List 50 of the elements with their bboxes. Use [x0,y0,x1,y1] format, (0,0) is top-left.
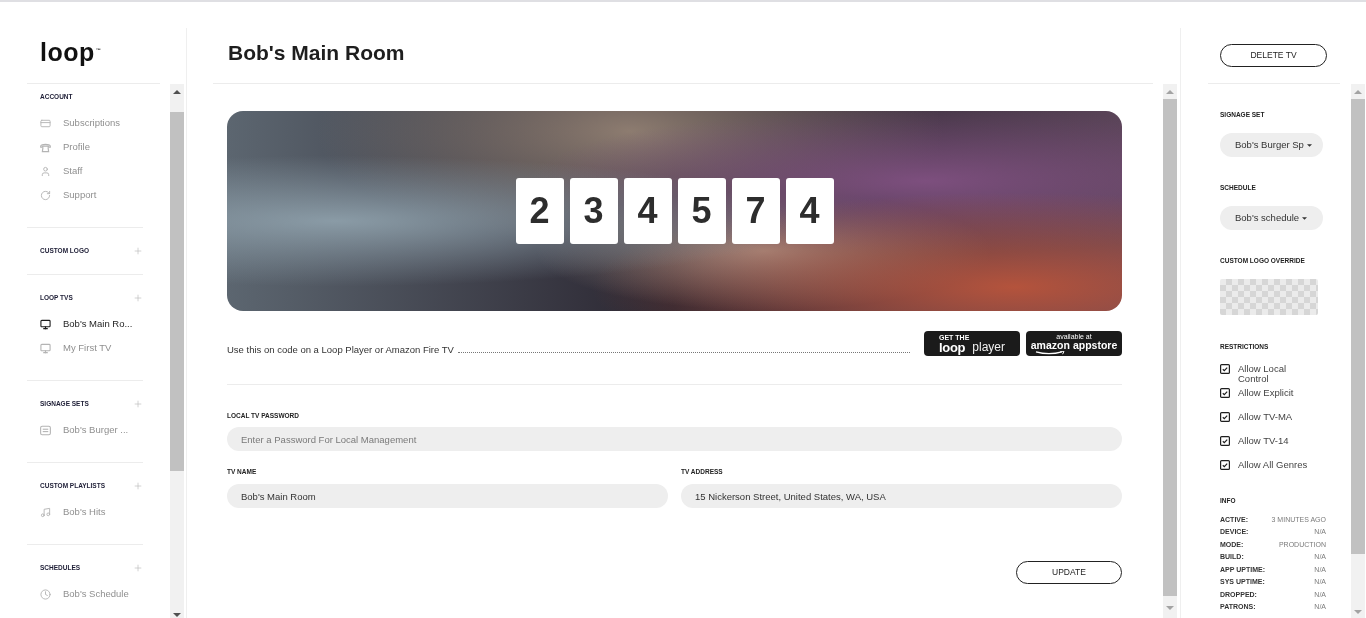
person-icon [40,165,51,177]
checkbox-label: Allow TV-MA [1238,412,1294,422]
add-icon[interactable] [133,563,143,573]
instruction-text: Use this on code on a Loop Player or Amazon Fire TV [227,344,454,356]
code-digit-tile: 4 [623,178,672,244]
smile-arrow-icon [1035,350,1066,355]
text-panel-icon [40,424,51,436]
text-field[interactable]: 15 Nickerson Street, United States, WA, USA [681,484,1122,508]
page-title: Bob's Main Room [228,39,405,66]
checkbox[interactable] [1220,412,1230,422]
monitor-icon [40,342,51,354]
nav-item[interactable]: Bob's Hits [63,506,106,518]
checkbox-label: Allow Explicit [1238,388,1295,398]
nav-item[interactable]: Profile [63,141,90,153]
checkbox[interactable] [1220,436,1230,446]
checkbox[interactable] [1220,364,1230,374]
delete-tv-button[interactable]: DELETE TV [1220,43,1327,67]
code-digit-tile: 5 [677,178,726,244]
checkbox-label: Allow All Genres [1238,460,1309,470]
add-icon[interactable] [133,399,143,409]
circular-arrow-icon [40,189,51,201]
checkbox-label: Allow Local Control [1238,364,1288,384]
music-note-icon [40,506,51,518]
scroll-up-arrow-icon[interactable] [173,90,181,94]
caret-icon [1306,143,1312,147]
code-digit-tile: 4 [785,178,834,244]
telephone-icon [40,141,51,153]
dropdown[interactable]: Bob's Burger Sp [1220,133,1323,157]
dropdown[interactable]: Bob's schedule [1220,206,1323,230]
text-field[interactable]: Bob's Main Room [227,484,668,508]
update-button[interactable]: UPDATE [1016,561,1122,584]
code-digit-tile: 2 [515,178,564,244]
checkbox[interactable] [1220,388,1230,398]
checkbox-label: Allow TV-14 [1238,436,1290,446]
checkbox[interactable] [1220,460,1230,470]
credit-card-icon [40,117,51,129]
checkerboard-image-placeholder[interactable] [1220,279,1318,315]
code-digit-tile: 3 [569,178,618,244]
add-icon[interactable] [133,293,143,303]
add-icon[interactable] [133,246,143,256]
code-digit-tile: 7 [731,178,780,244]
nav-item[interactable]: Bob's Main Ro... [63,318,133,330]
password-field[interactable]: Enter a Password For Local Management [227,427,1122,451]
monitor-icon [40,318,51,330]
scroll-down-arrow-icon[interactable] [173,613,181,617]
add-icon[interactable] [133,481,143,491]
clock-icon [40,588,51,600]
caret-icon [1302,216,1308,220]
scrollbar[interactable] [170,84,184,618]
scrollbar-thumb[interactable] [170,112,184,471]
